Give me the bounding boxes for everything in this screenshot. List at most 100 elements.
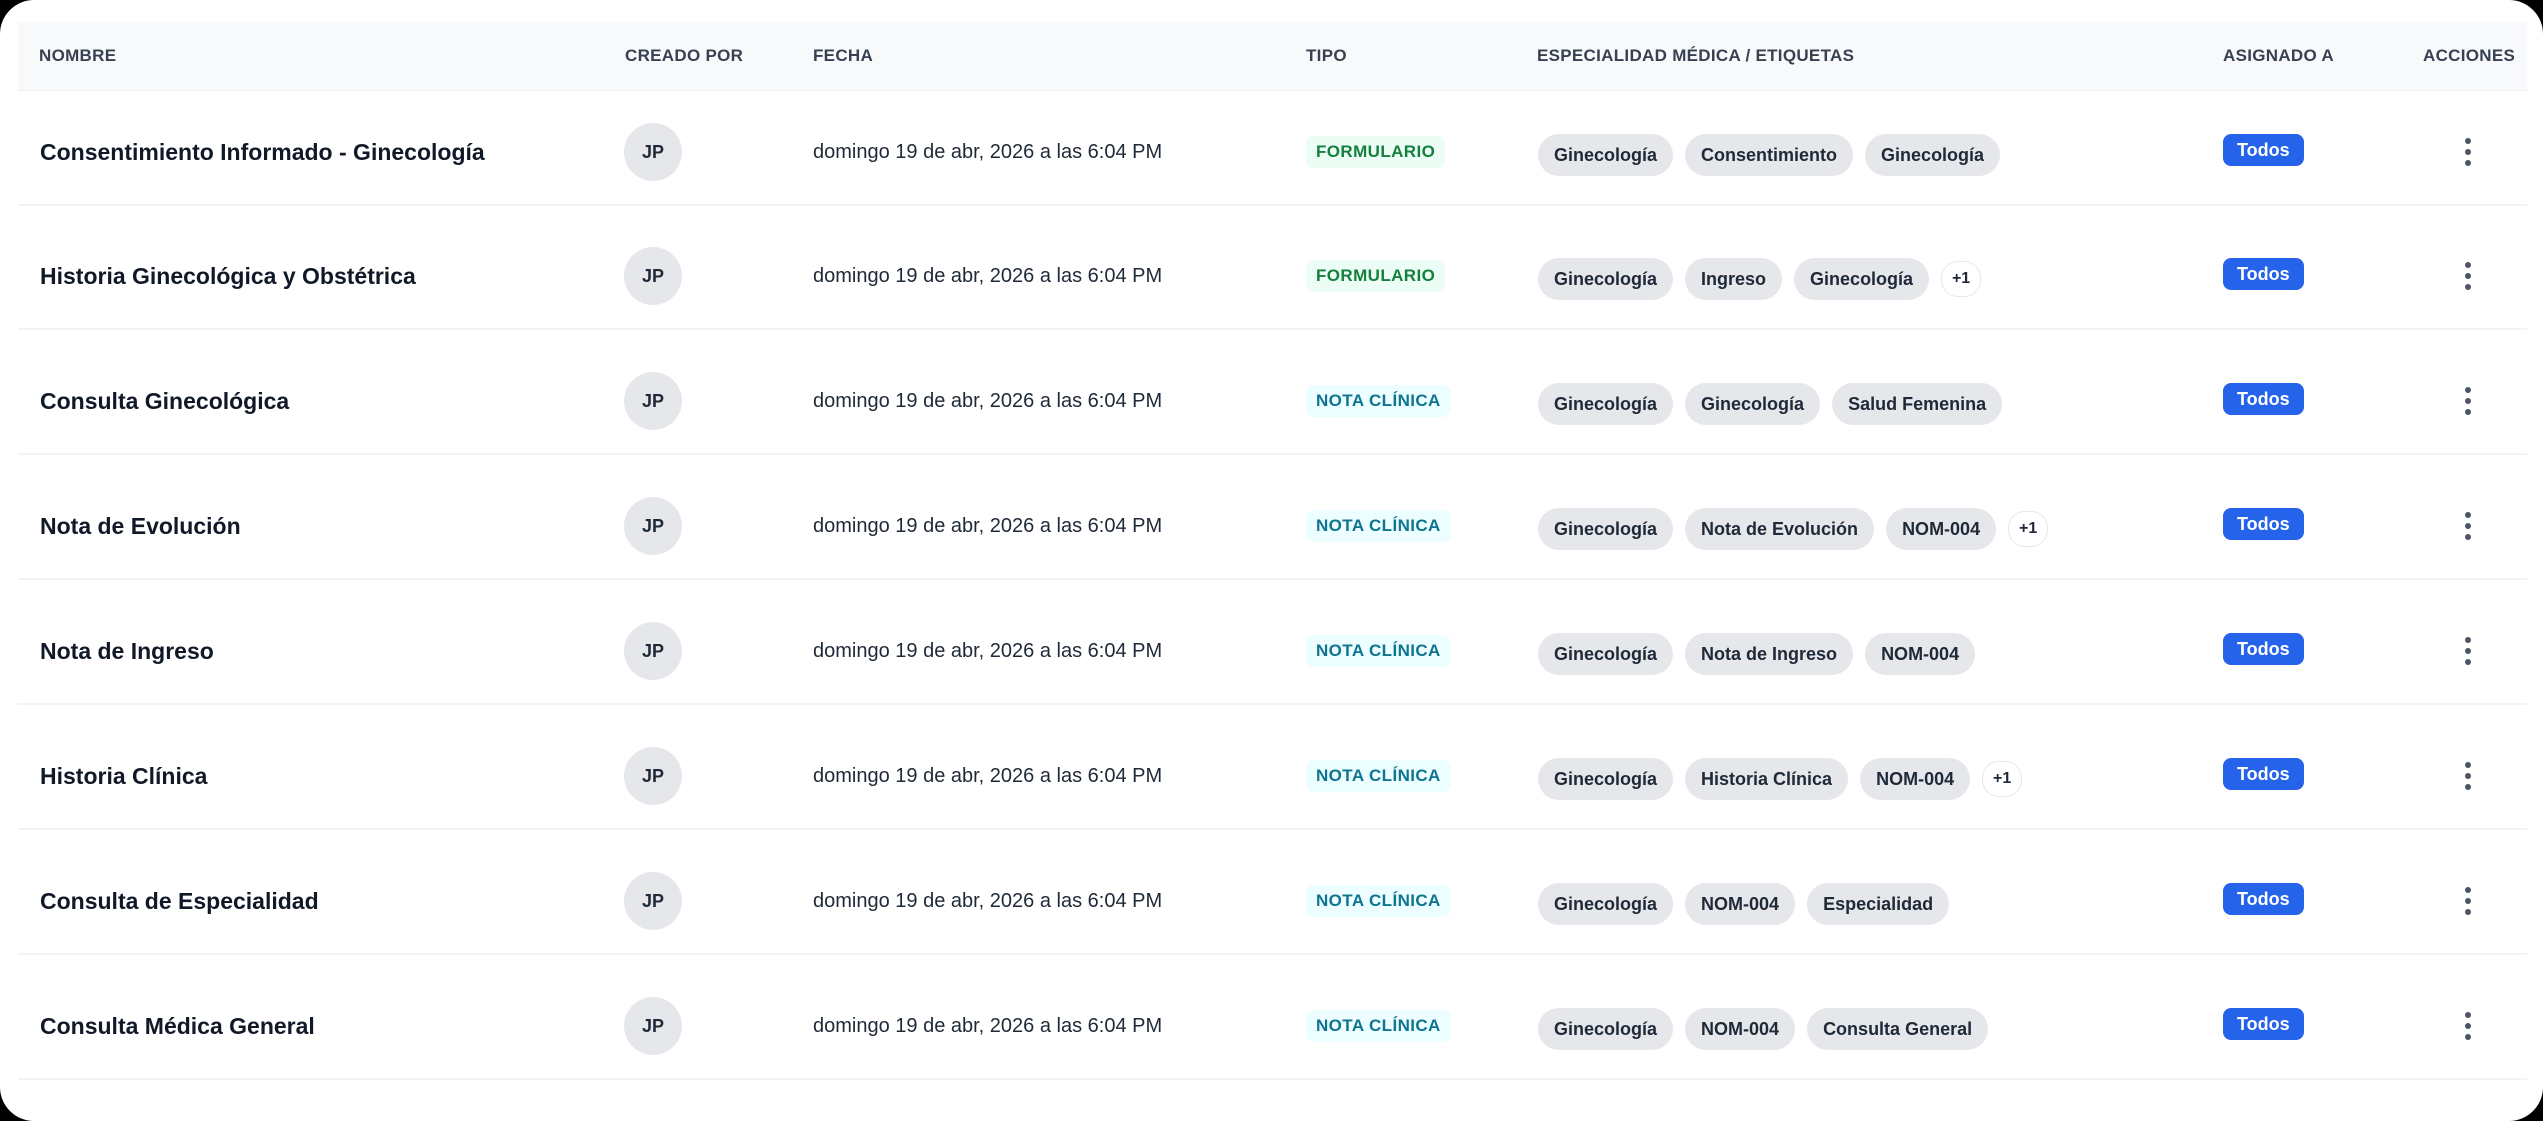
more-vertical-icon[interactable] [2448, 756, 2488, 796]
template-name[interactable]: Historia Ginecológica y Obstétrica [40, 263, 416, 290]
creator-avatar: JP [624, 997, 682, 1055]
tag-chip: Ginecología [1538, 883, 1674, 925]
type-badge: NOTA CLÍNICA [1306, 885, 1451, 917]
more-vertical-icon[interactable] [2448, 132, 2488, 172]
templates-table-card: NOMBRE CREADO POR FECHA TIPO ESPECIALIDA… [0, 0, 2543, 1121]
tag-chip: Ginecología [1538, 633, 1674, 675]
assigned-badge: Todos [2223, 1008, 2304, 1040]
creator-avatar: JP [624, 247, 682, 305]
template-name[interactable]: Consentimiento Informado - Ginecología [40, 139, 485, 166]
more-vertical-icon[interactable] [2448, 381, 2488, 421]
tag-chip: Historia Clínica [1685, 758, 1849, 800]
tag-list: Ginecología Nota de Evolución NOM-004 +1 [1538, 502, 2049, 550]
more-vertical-icon[interactable] [2448, 631, 2488, 671]
assigned-badge: Todos [2223, 383, 2304, 415]
type-badge: NOTA CLÍNICA [1306, 1010, 1451, 1042]
assigned-badge: Todos [2223, 633, 2304, 665]
tag-chip: NOM-004 [1685, 1008, 1796, 1050]
more-vertical-icon-glyph [2465, 387, 2471, 415]
created-date: domingo 19 de abr, 2026 a las 6:04 PM [813, 140, 1163, 163]
type-badge: NOTA CLÍNICA [1306, 510, 1451, 542]
more-vertical-icon[interactable] [2448, 256, 2488, 296]
templates-table: NOMBRE CREADO POR FECHA TIPO ESPECIALIDA… [18, 22, 2527, 1080]
creator-avatar: JP [624, 497, 682, 555]
created-date: domingo 19 de abr, 2026 a las 6:04 PM [813, 264, 1163, 287]
tag-chip: Ginecología [1794, 258, 1930, 300]
type-badge: NOTA CLÍNICA [1306, 760, 1451, 792]
tag-chip: Ginecología [1685, 383, 1821, 425]
table-row[interactable]: Historia Clínica JP domingo 19 de abr, 2… [18, 724, 2527, 830]
column-header-created-by[interactable]: CREADO POR [625, 22, 743, 90]
more-vertical-icon[interactable] [2448, 506, 2488, 546]
template-name[interactable]: Consulta Médica General [40, 1013, 315, 1040]
column-header-assigned[interactable]: ASIGNADO A [2223, 22, 2334, 90]
table-row[interactable]: Consulta Médica General JP domingo 19 de… [18, 974, 2527, 1080]
more-vertical-icon-glyph [2465, 512, 2471, 540]
assigned-badge: Todos [2223, 134, 2304, 166]
tag-chip: Ginecología [1538, 1008, 1674, 1050]
tag-chip: NOM-004 [1860, 758, 1971, 800]
more-vertical-icon-glyph [2465, 637, 2471, 665]
created-date: domingo 19 de abr, 2026 a las 6:04 PM [813, 1014, 1163, 1037]
tag-chip: NOM-004 [1685, 883, 1796, 925]
created-date: domingo 19 de abr, 2026 a las 6:04 PM [813, 639, 1163, 662]
created-date: domingo 19 de abr, 2026 a las 6:04 PM [813, 389, 1163, 412]
creator-avatar: JP [624, 747, 682, 805]
tag-chip: Consentimiento [1685, 134, 1854, 176]
table-row[interactable]: Consentimiento Informado - Ginecología J… [18, 100, 2527, 206]
column-header-date[interactable]: FECHA [813, 22, 873, 90]
tag-list: Ginecología Ginecología Salud Femenina [1538, 377, 2003, 425]
tag-list: Ginecología Historia Clínica NOM-004 +1 [1538, 752, 2023, 800]
more-vertical-icon[interactable] [2448, 881, 2488, 921]
creator-avatar: JP [624, 622, 682, 680]
more-vertical-icon-glyph [2465, 762, 2471, 790]
type-badge: FORMULARIO [1306, 260, 1446, 292]
tag-chip: Ginecología [1538, 258, 1674, 300]
assigned-badge: Todos [2223, 508, 2304, 540]
tag-chip: NOM-004 [1865, 633, 1976, 675]
tag-chip: Nota de Evolución [1685, 508, 1875, 550]
more-vertical-icon-glyph [2465, 887, 2471, 915]
tag-chip: NOM-004 [1886, 508, 1997, 550]
template-name[interactable]: Nota de Evolución [40, 513, 241, 540]
tag-chip: Ginecología [1538, 508, 1674, 550]
more-vertical-icon-glyph [2465, 138, 2471, 166]
tag-chip: Ginecología [1538, 383, 1674, 425]
template-name[interactable]: Consulta Ginecológica [40, 388, 289, 415]
assigned-badge: Todos [2223, 758, 2304, 790]
tag-list: Ginecología Nota de Ingreso NOM-004 [1538, 627, 1976, 675]
tag-list: Ginecología Ingreso Ginecología +1 [1538, 252, 1982, 300]
tag-chip: Ginecología [1538, 134, 1674, 176]
table-row[interactable]: Nota de Ingreso JP domingo 19 de abr, 20… [18, 599, 2527, 705]
table-row[interactable]: Consulta de Especialidad JP domingo 19 d… [18, 849, 2527, 955]
created-date: domingo 19 de abr, 2026 a las 6:04 PM [813, 514, 1163, 537]
tag-list: Ginecología NOM-004 Consulta General [1538, 1002, 1989, 1050]
column-header-name[interactable]: NOMBRE [39, 22, 116, 90]
template-name[interactable]: Consulta de Especialidad [40, 888, 319, 915]
column-header-actions: ACCIONES [2423, 46, 2516, 65]
more-tags-badge[interactable]: +1 [2008, 511, 2049, 547]
column-header-tags[interactable]: ESPECIALIDAD MÉDICA / ETIQUETAS [1537, 22, 1854, 90]
type-badge: NOTA CLÍNICA [1306, 385, 1451, 417]
more-tags-badge[interactable]: +1 [1941, 261, 1982, 297]
more-vertical-icon-glyph [2465, 1012, 2471, 1040]
tag-list: Ginecología NOM-004 Especialidad [1538, 877, 1950, 925]
tag-chip: Salud Femenina [1832, 383, 2003, 425]
column-header-type[interactable]: TIPO [1306, 22, 1347, 90]
template-name[interactable]: Historia Clínica [40, 763, 207, 790]
table-header: NOMBRE CREADO POR FECHA TIPO ESPECIALIDA… [18, 22, 2527, 91]
creator-avatar: JP [624, 123, 682, 181]
creator-avatar: JP [624, 372, 682, 430]
table-row[interactable]: Consulta Ginecológica JP domingo 19 de a… [18, 349, 2527, 455]
more-vertical-icon[interactable] [2448, 1006, 2488, 1046]
created-date: domingo 19 de abr, 2026 a las 6:04 PM [813, 764, 1163, 787]
tag-chip: Especialidad [1807, 883, 1950, 925]
tag-chip: Ginecología [1538, 758, 1674, 800]
template-name[interactable]: Nota de Ingreso [40, 638, 214, 665]
table-row[interactable]: Historia Ginecológica y Obstétrica JP do… [18, 224, 2527, 330]
more-tags-badge[interactable]: +1 [1982, 761, 2023, 797]
tag-chip: Consulta General [1807, 1008, 1989, 1050]
more-vertical-icon-glyph [2465, 262, 2471, 290]
tag-chip: Ingreso [1685, 258, 1783, 300]
table-row[interactable]: Nota de Evolución JP domingo 19 de abr, … [18, 474, 2527, 580]
